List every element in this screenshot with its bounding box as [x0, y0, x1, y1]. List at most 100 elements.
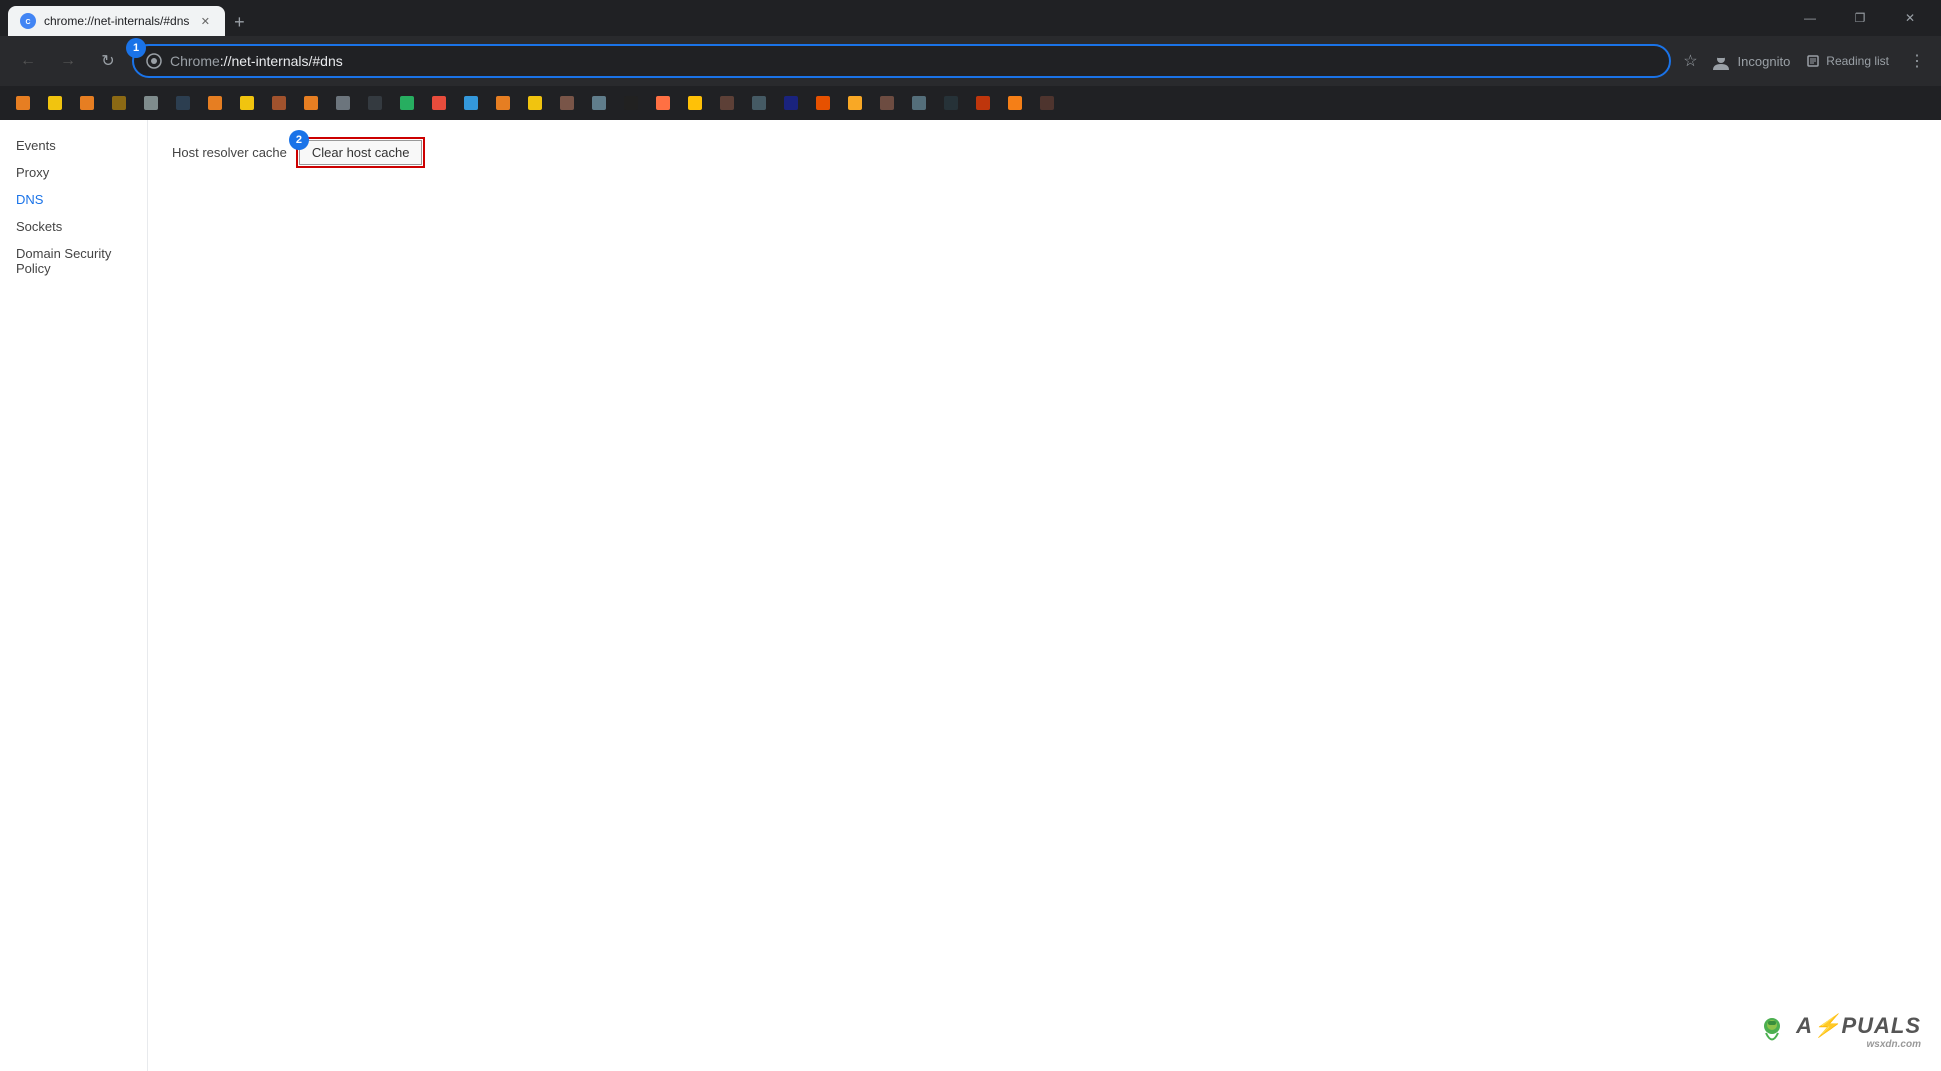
- sidebar-item-events[interactable]: Events: [0, 132, 147, 159]
- bookmark-item[interactable]: [552, 91, 582, 115]
- bookmark-item[interactable]: [744, 91, 774, 115]
- bookmark-item[interactable]: [584, 91, 614, 115]
- bookmark-item[interactable]: [840, 91, 870, 115]
- bookmark-favicon: [1008, 96, 1022, 110]
- bookmark-item[interactable]: [392, 91, 422, 115]
- active-tab[interactable]: C chrome://net-internals/#dns ✕: [8, 6, 225, 36]
- bookmark-favicon: [976, 96, 990, 110]
- bookmark-favicon: [144, 96, 158, 110]
- reading-list-icon: [1806, 54, 1820, 68]
- bookmark-favicon: [272, 96, 286, 110]
- incognito-label: Incognito: [1738, 54, 1791, 69]
- bookmark-item[interactable]: [328, 91, 358, 115]
- bookmark-item[interactable]: [648, 91, 678, 115]
- bookmark-favicon: [752, 96, 766, 110]
- sidebar-item-proxy[interactable]: Proxy: [0, 159, 147, 186]
- bookmark-item[interactable]: [904, 91, 934, 115]
- bookmark-item[interactable]: [776, 91, 806, 115]
- window-controls: — ❐ ✕: [1787, 0, 1933, 36]
- watermark-text: A⚡PUALS wsxdn.com: [1796, 1013, 1921, 1050]
- bookmark-favicon: [16, 96, 30, 110]
- bookmark-favicon: [400, 96, 414, 110]
- bookmark-favicon: [176, 96, 190, 110]
- url-bar[interactable]: 1 Chrome://net-internals/#dns: [132, 44, 1671, 78]
- reload-button[interactable]: ↻: [92, 45, 124, 77]
- sidebar-item-sockets[interactable]: Sockets: [0, 213, 147, 240]
- reading-list-label: Reading list: [1826, 54, 1889, 68]
- host-resolver-row: Host resolver cache 2 Clear host cache: [172, 140, 1917, 165]
- bookmark-item[interactable]: [520, 91, 550, 115]
- main-content: Events Proxy DNS Sockets Domain Security…: [0, 120, 1941, 1071]
- restore-button[interactable]: ❐: [1837, 0, 1883, 36]
- bookmark-favicon: [208, 96, 222, 110]
- bookmark-favicon: [528, 96, 542, 110]
- bookmark-favicon: [1040, 96, 1054, 110]
- host-resolver-label: Host resolver cache: [172, 145, 287, 160]
- bookmark-item[interactable]: [8, 91, 38, 115]
- bookmark-item[interactable]: [712, 91, 742, 115]
- chrome-menu-button[interactable]: ⋮: [1905, 47, 1929, 75]
- bookmark-favicon: [80, 96, 94, 110]
- reading-list-button[interactable]: Reading list: [1798, 50, 1897, 72]
- bookmark-item[interactable]: [872, 91, 902, 115]
- sidebar-item-dns[interactable]: DNS: [0, 186, 147, 213]
- clear-host-cache-button[interactable]: Clear host cache: [299, 140, 423, 165]
- bookmark-item[interactable]: [424, 91, 454, 115]
- title-bar: C chrome://net-internals/#dns ✕ + — ❐ ✕: [0, 0, 1941, 36]
- watermark-icon: [1752, 1011, 1792, 1051]
- sidebar-item-domain-security-policy[interactable]: Domain Security Policy: [0, 240, 147, 282]
- bookmark-star-icon[interactable]: ☆: [1679, 47, 1701, 75]
- bookmark-item[interactable]: [168, 91, 198, 115]
- bookmark-item[interactable]: [1032, 91, 1062, 115]
- bookmark-item[interactable]: [264, 91, 294, 115]
- bookmark-favicon: [48, 96, 62, 110]
- sidebar: Events Proxy DNS Sockets Domain Security…: [0, 120, 148, 1071]
- bookmark-item[interactable]: [456, 91, 486, 115]
- bookmark-item[interactable]: [40, 91, 70, 115]
- forward-button[interactable]: →: [52, 45, 84, 77]
- incognito-area[interactable]: Incognito: [1710, 50, 1791, 72]
- bookmark-item[interactable]: [104, 91, 134, 115]
- bookmark-favicon: [496, 96, 510, 110]
- bookmark-favicon: [688, 96, 702, 110]
- clear-cache-btn-wrapper: 2 Clear host cache: [299, 140, 423, 165]
- bookmarks-bar: [0, 86, 1941, 120]
- step-1-badge: 1: [126, 38, 146, 58]
- bookmark-item[interactable]: [808, 91, 838, 115]
- chrome-icon: [146, 53, 162, 69]
- close-button[interactable]: ✕: [1887, 0, 1933, 36]
- bookmark-favicon: [592, 96, 606, 110]
- bookmark-item[interactable]: [72, 91, 102, 115]
- bookmark-favicon: [112, 96, 126, 110]
- bookmark-item[interactable]: [200, 91, 230, 115]
- minimize-button[interactable]: —: [1787, 0, 1833, 36]
- back-button[interactable]: ←: [12, 45, 44, 77]
- bookmark-item[interactable]: [136, 91, 166, 115]
- new-tab-button[interactable]: +: [225, 8, 253, 36]
- url-text: Chrome://net-internals/#dns: [170, 53, 1657, 69]
- bookmark-item[interactable]: [360, 91, 390, 115]
- bookmark-favicon: [912, 96, 926, 110]
- url-scheme: Chrome: [170, 53, 220, 69]
- watermark: A⚡PUALS wsxdn.com: [1752, 1011, 1921, 1051]
- bookmark-favicon: [432, 96, 446, 110]
- bookmark-favicon: [880, 96, 894, 110]
- bookmark-item[interactable]: [616, 91, 646, 115]
- bookmark-item[interactable]: [968, 91, 998, 115]
- watermark-domain: wsxdn.com: [1796, 1039, 1921, 1050]
- bookmark-item[interactable]: [1000, 91, 1030, 115]
- bookmark-item[interactable]: [488, 91, 518, 115]
- bookmark-favicon: [784, 96, 798, 110]
- incognito-icon: [1710, 50, 1732, 72]
- content-area: Host resolver cache 2 Clear host cache A…: [148, 120, 1941, 1071]
- bookmark-favicon: [720, 96, 734, 110]
- bookmark-favicon: [624, 96, 638, 110]
- bookmark-favicon: [336, 96, 350, 110]
- tab-favicon: C: [20, 13, 36, 29]
- tab-close-button[interactable]: ✕: [197, 13, 213, 29]
- bookmark-item[interactable]: [232, 91, 262, 115]
- bookmark-item[interactable]: [296, 91, 326, 115]
- bookmark-item[interactable]: [936, 91, 966, 115]
- bookmark-item[interactable]: [680, 91, 710, 115]
- address-bar: ← → ↻ 1 Chrome://net-internals/#dns ☆ In…: [0, 36, 1941, 86]
